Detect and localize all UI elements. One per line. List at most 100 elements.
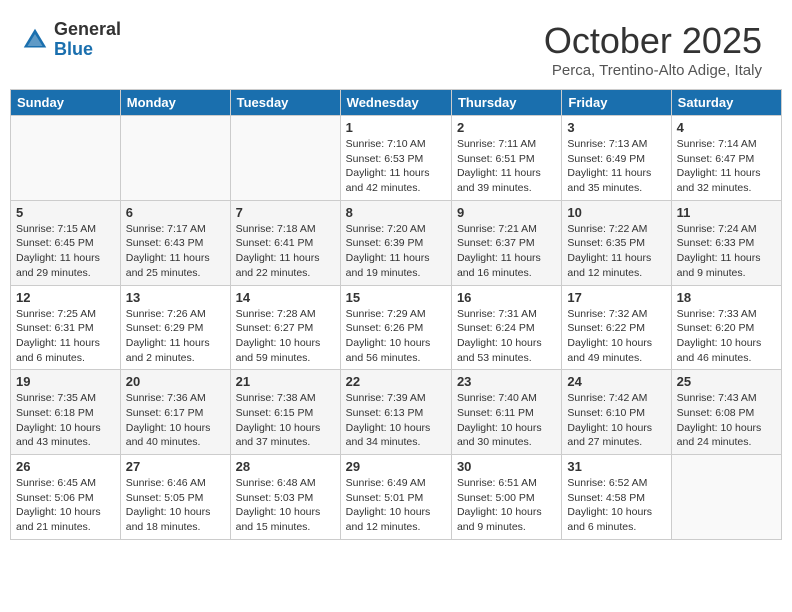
calendar-cell: 24 Sunrise: 7:42 AM Sunset: 6:10 PM Dayli… — [562, 370, 671, 455]
day-info: Sunrise: 7:40 AM Sunset: 6:11 PM Dayligh… — [457, 391, 556, 450]
day-number: 14 — [236, 290, 335, 305]
day-number: 27 — [126, 459, 225, 474]
day-info: Sunrise: 7:24 AM Sunset: 6:33 PM Dayligh… — [677, 222, 776, 281]
day-info: Sunrise: 7:11 AM Sunset: 6:51 PM Dayligh… — [457, 137, 556, 196]
day-info: Sunrise: 7:20 AM Sunset: 6:39 PM Dayligh… — [346, 222, 446, 281]
weekday-header-monday: Monday — [120, 90, 230, 116]
calendar-cell: 15 Sunrise: 7:29 AM Sunset: 6:26 PM Dayli… — [340, 285, 451, 370]
calendar-cell: 31 Sunrise: 6:52 AM Sunset: 4:58 PM Dayli… — [562, 455, 671, 540]
day-info: Sunrise: 7:13 AM Sunset: 6:49 PM Dayligh… — [567, 137, 665, 196]
day-info: Sunrise: 7:39 AM Sunset: 6:13 PM Dayligh… — [346, 391, 446, 450]
calendar-week-4: 19 Sunrise: 7:35 AM Sunset: 6:18 PM Dayli… — [11, 370, 782, 455]
day-info: Sunrise: 7:14 AM Sunset: 6:47 PM Dayligh… — [677, 137, 776, 196]
day-info: Sunrise: 7:29 AM Sunset: 6:26 PM Dayligh… — [346, 307, 446, 366]
logo-blue: Blue — [54, 40, 121, 60]
calendar-cell: 19 Sunrise: 7:35 AM Sunset: 6:18 PM Dayli… — [11, 370, 121, 455]
calendar-week-5: 26 Sunrise: 6:45 AM Sunset: 5:06 PM Dayli… — [11, 455, 782, 540]
calendar-cell: 12 Sunrise: 7:25 AM Sunset: 6:31 PM Dayli… — [11, 285, 121, 370]
day-number: 28 — [236, 459, 335, 474]
day-number: 5 — [16, 205, 115, 220]
calendar-cell: 27 Sunrise: 6:46 AM Sunset: 5:05 PM Dayli… — [120, 455, 230, 540]
day-info: Sunrise: 6:46 AM Sunset: 5:05 PM Dayligh… — [126, 476, 225, 535]
calendar-cell: 25Sunrise: 7:43 AM Sunset: 6:08 PM Dayli… — [671, 370, 781, 455]
day-info: Sunrise: 7:15 AM Sunset: 6:45 PM Dayligh… — [16, 222, 115, 281]
day-info: Sunrise: 7:31 AM Sunset: 6:24 PM Dayligh… — [457, 307, 556, 366]
day-info: Sunrise: 6:49 AM Sunset: 5:01 PM Dayligh… — [346, 476, 446, 535]
day-info: Sunrise: 7:21 AM Sunset: 6:37 PM Dayligh… — [457, 222, 556, 281]
page-header: General Blue October 2025 Perca, Trentin… — [10, 10, 782, 84]
day-info: Sunrise: 6:45 AM Sunset: 5:06 PM Dayligh… — [16, 476, 115, 535]
calendar-cell: 2 Sunrise: 7:11 AM Sunset: 6:51 PM Daylig… — [451, 116, 561, 201]
day-info: Sunrise: 7:42 AM Sunset: 6:10 PM Dayligh… — [567, 391, 665, 450]
day-number: 11 — [677, 205, 776, 220]
calendar-cell: 8 Sunrise: 7:20 AM Sunset: 6:39 PM Daylig… — [340, 200, 451, 285]
day-number: 3 — [567, 120, 665, 135]
day-number: 1 — [346, 120, 446, 135]
calendar-cell: 26 Sunrise: 6:45 AM Sunset: 5:06 PM Dayli… — [11, 455, 121, 540]
calendar-cell: 10 Sunrise: 7:22 AM Sunset: 6:35 PM Dayli… — [562, 200, 671, 285]
weekday-header-friday: Friday — [562, 90, 671, 116]
day-number: 30 — [457, 459, 556, 474]
day-number: 24 — [567, 374, 665, 389]
calendar-week-1: 1Sunrise: 7:10 AM Sunset: 6:53 PM Daylig… — [11, 116, 782, 201]
day-info: Sunrise: 7:25 AM Sunset: 6:31 PM Dayligh… — [16, 307, 115, 366]
day-number: 6 — [126, 205, 225, 220]
calendar-cell: 4Sunrise: 7:14 AM Sunset: 6:47 PM Daylig… — [671, 116, 781, 201]
day-number: 22 — [346, 374, 446, 389]
logo: General Blue — [20, 20, 121, 60]
day-number: 21 — [236, 374, 335, 389]
day-info: Sunrise: 6:52 AM Sunset: 4:58 PM Dayligh… — [567, 476, 665, 535]
calendar-week-2: 5 Sunrise: 7:15 AM Sunset: 6:45 PM Daylig… — [11, 200, 782, 285]
weekday-header-saturday: Saturday — [671, 90, 781, 116]
day-number: 29 — [346, 459, 446, 474]
day-info: Sunrise: 7:36 AM Sunset: 6:17 PM Dayligh… — [126, 391, 225, 450]
day-number: 15 — [346, 290, 446, 305]
calendar-cell: 18 Sunrise: 7:33 AM Sunset: 6:20 PM Dayli… — [671, 285, 781, 370]
calendar-cell: 28Sunrise: 6:48 AM Sunset: 5:03 PM Dayli… — [230, 455, 340, 540]
weekday-header-sunday: Sunday — [11, 90, 121, 116]
weekday-header-thursday: Thursday — [451, 90, 561, 116]
day-info: Sunrise: 7:17 AM Sunset: 6:43 PM Dayligh… — [126, 222, 225, 281]
day-number: 16 — [457, 290, 556, 305]
day-number: 13 — [126, 290, 225, 305]
calendar-cell — [120, 116, 230, 201]
day-number: 18 — [677, 290, 776, 305]
calendar-cell: 11 Sunrise: 7:24 AM Sunset: 6:33 PM Dayli… — [671, 200, 781, 285]
day-number: 12 — [16, 290, 115, 305]
calendar-week-3: 12 Sunrise: 7:25 AM Sunset: 6:31 PM Dayli… — [11, 285, 782, 370]
day-number: 8 — [346, 205, 446, 220]
weekday-header-tuesday: Tuesday — [230, 90, 340, 116]
calendar-cell: 16 Sunrise: 7:31 AM Sunset: 6:24 PM Dayli… — [451, 285, 561, 370]
day-number: 2 — [457, 120, 556, 135]
day-number: 7 — [236, 205, 335, 220]
day-number: 9 — [457, 205, 556, 220]
day-number: 10 — [567, 205, 665, 220]
day-number: 23 — [457, 374, 556, 389]
day-info: Sunrise: 7:33 AM Sunset: 6:20 PM Dayligh… — [677, 307, 776, 366]
calendar-cell: 29 Sunrise: 6:49 AM Sunset: 5:01 PM Dayli… — [340, 455, 451, 540]
day-number: 26 — [16, 459, 115, 474]
calendar-cell: 17 Sunrise: 7:32 AM Sunset: 6:22 PM Dayli… — [562, 285, 671, 370]
day-number: 31 — [567, 459, 665, 474]
location-subtitle: Perca, Trentino-Alto Adige, Italy — [544, 62, 762, 79]
calendar-cell: 9 Sunrise: 7:21 AM Sunset: 6:37 PM Daylig… — [451, 200, 561, 285]
day-info: Sunrise: 7:18 AM Sunset: 6:41 PM Dayligh… — [236, 222, 335, 281]
calendar-cell — [230, 116, 340, 201]
calendar-cell: 13 Sunrise: 7:26 AM Sunset: 6:29 PM Dayli… — [120, 285, 230, 370]
calendar-cell: 23 Sunrise: 7:40 AM Sunset: 6:11 PM Dayli… — [451, 370, 561, 455]
weekday-header-wednesday: Wednesday — [340, 90, 451, 116]
day-number: 19 — [16, 374, 115, 389]
weekday-header-row: SundayMondayTuesdayWednesdayThursdayFrid… — [11, 90, 782, 116]
day-info: Sunrise: 7:35 AM Sunset: 6:18 PM Dayligh… — [16, 391, 115, 450]
day-info: Sunrise: 7:32 AM Sunset: 6:22 PM Dayligh… — [567, 307, 665, 366]
day-info: Sunrise: 7:22 AM Sunset: 6:35 PM Dayligh… — [567, 222, 665, 281]
calendar-cell: 7 Sunrise: 7:18 AM Sunset: 6:41 PM Daylig… — [230, 200, 340, 285]
day-info: Sunrise: 7:26 AM Sunset: 6:29 PM Dayligh… — [126, 307, 225, 366]
day-number: 17 — [567, 290, 665, 305]
calendar-cell: 5 Sunrise: 7:15 AM Sunset: 6:45 PM Daylig… — [11, 200, 121, 285]
day-number: 25 — [677, 374, 776, 389]
calendar-cell: 1Sunrise: 7:10 AM Sunset: 6:53 PM Daylig… — [340, 116, 451, 201]
day-info: Sunrise: 7:28 AM Sunset: 6:27 PM Dayligh… — [236, 307, 335, 366]
calendar-cell: 20Sunrise: 7:36 AM Sunset: 6:17 PM Dayli… — [120, 370, 230, 455]
title-block: October 2025 Perca, Trentino-Alto Adige,… — [544, 20, 762, 79]
